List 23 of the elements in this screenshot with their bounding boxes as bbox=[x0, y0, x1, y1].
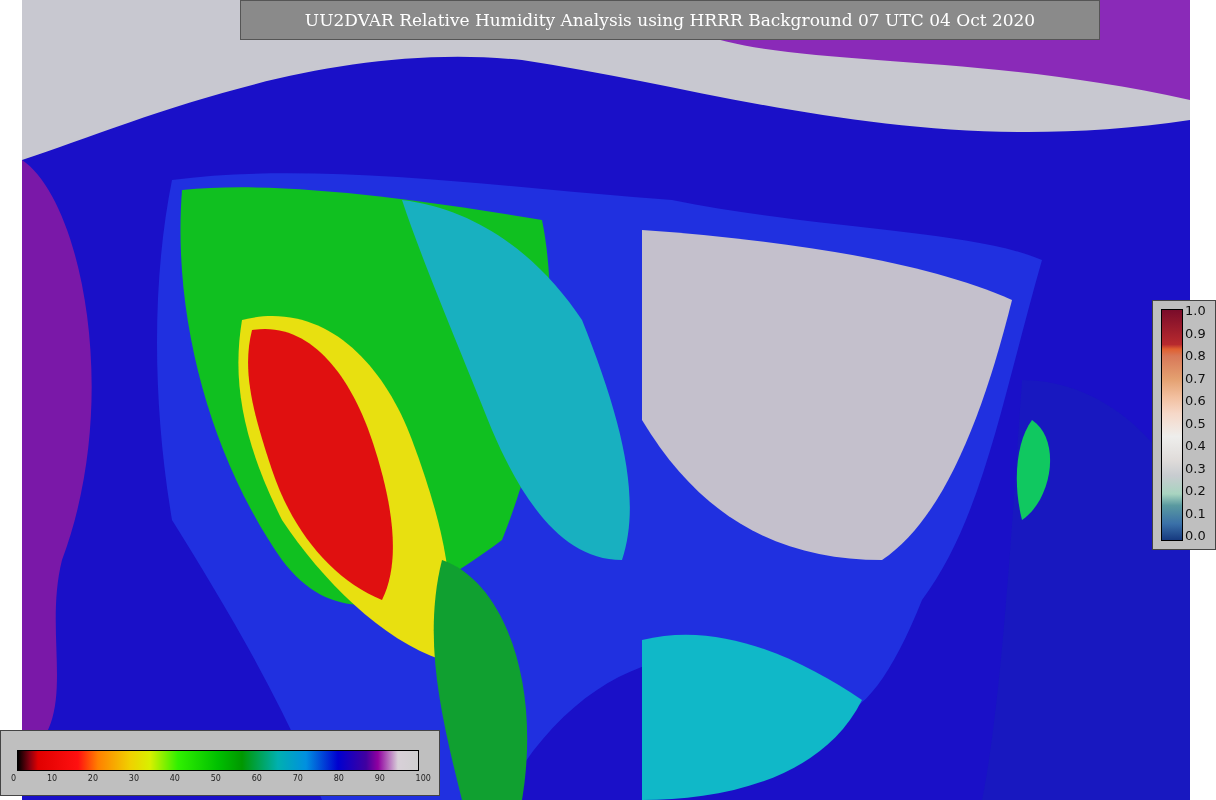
tick-label: 50 bbox=[210, 774, 221, 783]
tick-label: 0 bbox=[11, 774, 17, 783]
tick-label: 0.0 bbox=[1185, 529, 1206, 542]
tick-label: 0.8 bbox=[1185, 349, 1206, 362]
tick-label: 0.3 bbox=[1185, 461, 1206, 475]
tick-label: 10 bbox=[46, 774, 58, 783]
tick-label: 70 bbox=[292, 774, 303, 783]
map-title: UU2DVAR Relative Humidity Analysis using HRRR Background 07 UTC 04 Oct 2020 bbox=[240, 0, 1100, 40]
tick-label: 0.1 bbox=[1185, 506, 1206, 520]
tick-label: 0.4 bbox=[1185, 439, 1206, 452]
tick-label: 80 bbox=[333, 774, 344, 783]
tick-label: 60 bbox=[251, 774, 262, 783]
tick-label: 40 bbox=[169, 774, 180, 783]
tick-label: 0.7 bbox=[1185, 371, 1206, 385]
tick-label: 20 bbox=[87, 774, 99, 783]
tick-label: 0.5 bbox=[1185, 416, 1206, 430]
tick-label: 1.0 bbox=[1185, 304, 1206, 317]
tick-label: 0.6 bbox=[1185, 394, 1206, 407]
tick-label: 90 bbox=[374, 774, 385, 783]
tick-label: 30 bbox=[128, 774, 139, 783]
tick-label: 0.2 bbox=[1185, 484, 1206, 497]
tick-label: 0.9 bbox=[1185, 326, 1206, 340]
tick-label: 100 bbox=[415, 774, 431, 783]
